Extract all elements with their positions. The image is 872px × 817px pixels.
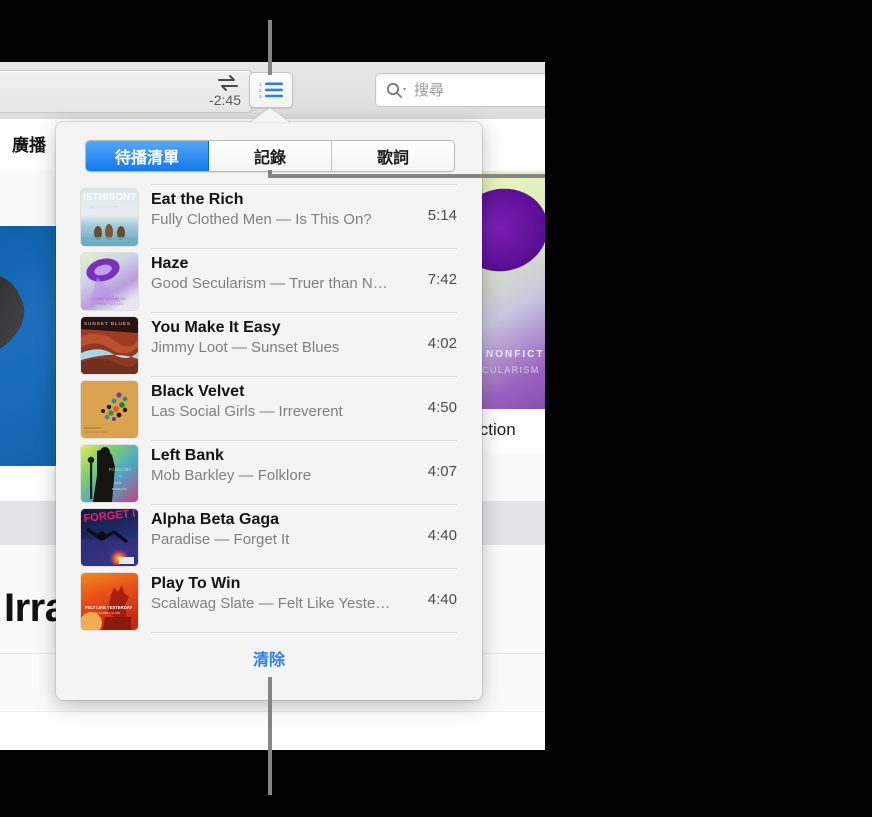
numbered-list-icon: 1 2 3 xyxy=(259,82,283,99)
tab-lyrics[interactable]: 歌詞 xyxy=(332,141,454,171)
background-bottom-panel xyxy=(0,712,545,750)
track-subtitle: Mob Barkley — Folklore xyxy=(151,467,312,484)
album-art-thumbnail: GOOD SECULARISM TRUER THAN NON xyxy=(81,253,138,310)
callout-line-right-horizontal xyxy=(268,174,572,178)
now-playing-remaining-time: -2:45 xyxy=(209,92,241,108)
track-duration: 4:40 xyxy=(427,591,457,608)
search-placeholder: 搜尋 xyxy=(414,82,445,99)
track-subtitle: Scalawag Slate — Felt Like Yeste… xyxy=(151,595,391,612)
track-divider xyxy=(151,568,457,569)
search-icon xyxy=(386,81,410,104)
up-next-list-button[interactable]: 1 2 3 xyxy=(249,72,293,108)
art-blob xyxy=(478,179,545,281)
svg-text:FOLKLORE: FOLKLORE xyxy=(109,468,132,472)
track-title: Play To Win xyxy=(151,575,241,592)
track-text: Black Velvet Las Social Girls — Irrevere… xyxy=(151,383,395,420)
svg-text:TRUER THAN NON: TRUER THAN NON xyxy=(98,302,123,306)
track-row[interactable]: ISTHISON? Fully Clothed Men Eat the Rich… xyxy=(81,186,457,250)
svg-text:3: 3 xyxy=(259,94,262,99)
track-text: Play To Win Scalawag Slate — Felt Like Y… xyxy=(151,575,395,612)
callout-line-bottom-overlay xyxy=(268,750,272,795)
track-row[interactable]: SUNSET BLUES You Make It Easy Jimmy Loot… xyxy=(81,314,457,378)
popover-tab-bar: 待播清單 記錄 歌詞 xyxy=(85,140,455,172)
track-title: Alpha Beta Gaga xyxy=(151,511,280,528)
track-divider xyxy=(151,504,457,505)
background-caption-right: iction xyxy=(476,409,545,453)
art-shape-primary xyxy=(0,251,37,387)
up-next-popover: 待播清單 記錄 歌詞 ISTHISON? Fully Clothed Men E… xyxy=(56,122,482,700)
track-text: Left Bank Mob Barkley — Folklore xyxy=(151,447,395,484)
album-art-thumbnail: FOLKLORE by MOB BARKLEY xyxy=(81,445,138,502)
track-subtitle: Jimmy Loot — Sunset Blues xyxy=(151,339,340,356)
svg-text:Fully Clothed Men: Fully Clothed Men xyxy=(87,204,119,209)
popover-arrow xyxy=(247,106,293,124)
track-duration: 5:14 xyxy=(427,207,457,224)
track-duration: 4:40 xyxy=(427,527,457,544)
svg-text:BARKLEY: BARKLEY xyxy=(112,487,128,491)
art-text-line2: CULARISM xyxy=(482,365,540,375)
track-subtitle: Good Secularism — Truer than N… xyxy=(151,275,388,292)
track-row[interactable]: FORGET IT Alpha Beta Gaga Paradise — For… xyxy=(81,506,457,570)
track-row[interactable]: IRREVERENT LAS SOCIAL GIRLS Black Velvet… xyxy=(81,378,457,442)
track-subtitle: Fully Clothed Men — Is This On? xyxy=(151,211,372,228)
tab-up-next[interactable]: 待播清單 xyxy=(86,141,209,171)
track-text: Haze Good Secularism — Truer than N… xyxy=(151,255,395,292)
svg-text:2: 2 xyxy=(259,88,262,93)
screenshot-stage: wn ing Irrational -2:45 廣播 Store xyxy=(0,0,872,817)
track-duration: 7:42 xyxy=(427,271,457,288)
track-title: Eat the Rich xyxy=(151,191,244,208)
track-divider xyxy=(151,184,457,185)
svg-text:IRREVERENT: IRREVERENT xyxy=(84,426,102,430)
svg-text:FELT LIKE YESTERDAY: FELT LIKE YESTERDAY xyxy=(85,605,132,610)
callout-line-top-overlay xyxy=(268,20,272,62)
track-row[interactable]: FELT LIKE YESTERDAY SCALAWAG SLATE Play … xyxy=(81,570,457,634)
album-art-thumbnail: SUNSET BLUES xyxy=(81,317,138,374)
svg-text:ISTHISON?: ISTHISON? xyxy=(83,192,136,203)
track-row[interactable]: GOOD SECULARISM TRUER THAN NON Haze Good… xyxy=(81,250,457,314)
album-art-thumbnail: FORGET IT xyxy=(81,509,138,566)
track-title: Black Velvet xyxy=(151,383,245,400)
background-album-art-right: NONFICT CULARISM xyxy=(478,171,545,409)
frame-matte-right xyxy=(545,0,872,817)
album-art-thumbnail: ISTHISON? Fully Clothed Men xyxy=(81,189,138,246)
track-subtitle: Las Social Girls — Irreverent xyxy=(151,403,343,420)
track-duration: 4:07 xyxy=(427,463,457,480)
svg-text:LAS SOCIAL GIRLS: LAS SOCIAL GIRLS xyxy=(84,430,108,434)
track-divider xyxy=(151,440,457,441)
track-divider xyxy=(151,248,457,249)
track-text: Eat the Rich Fully Clothed Men — Is This… xyxy=(151,191,395,228)
track-divider xyxy=(151,632,457,633)
svg-text:SCALAWAG SLATE: SCALAWAG SLATE xyxy=(95,611,120,615)
now-playing-display[interactable]: wn ing Irrational -2:45 xyxy=(0,70,252,113)
svg-text:SUNSET BLUES: SUNSET BLUES xyxy=(84,321,131,326)
clear-button[interactable]: 清除 xyxy=(56,646,482,670)
tab-history[interactable]: 記錄 xyxy=(209,141,332,171)
track-duration: 4:50 xyxy=(427,399,457,416)
svg-text:MOB: MOB xyxy=(114,481,121,485)
svg-text:1: 1 xyxy=(259,82,262,87)
svg-text:by: by xyxy=(119,474,123,478)
frame-matte-bottom xyxy=(0,750,545,817)
track-duration: 4:02 xyxy=(427,335,457,352)
album-art-thumbnail: FELT LIKE YESTERDAY SCALAWAG SLATE xyxy=(81,573,138,630)
art-text-line1: NONFICT xyxy=(486,349,545,360)
track-row[interactable]: FOLKLORE by MOB BARKLEY Left Bank Mob Ba… xyxy=(81,442,457,506)
track-subtitle: Paradise — Forget It xyxy=(151,531,290,548)
repeat-icon[interactable] xyxy=(215,74,241,92)
track-title: Haze xyxy=(151,255,189,272)
nav-item-broadcast[interactable]: 廣播 xyxy=(12,131,46,156)
track-title: Left Bank xyxy=(151,447,224,464)
track-text: Alpha Beta Gaga Paradise — Forget It xyxy=(151,511,395,548)
track-text: You Make It Easy Jimmy Loot — Sunset Blu… xyxy=(151,319,395,356)
track-divider xyxy=(151,376,457,377)
svg-text:GOOD SECULARISM: GOOD SECULARISM xyxy=(94,297,126,301)
up-next-track-list[interactable]: ISTHISON? Fully Clothed Men Eat the Rich… xyxy=(56,184,482,636)
track-divider xyxy=(151,312,457,313)
album-art-thumbnail: IRREVERENT LAS SOCIAL GIRLS xyxy=(81,381,138,438)
track-title: You Make It Easy xyxy=(151,319,281,336)
